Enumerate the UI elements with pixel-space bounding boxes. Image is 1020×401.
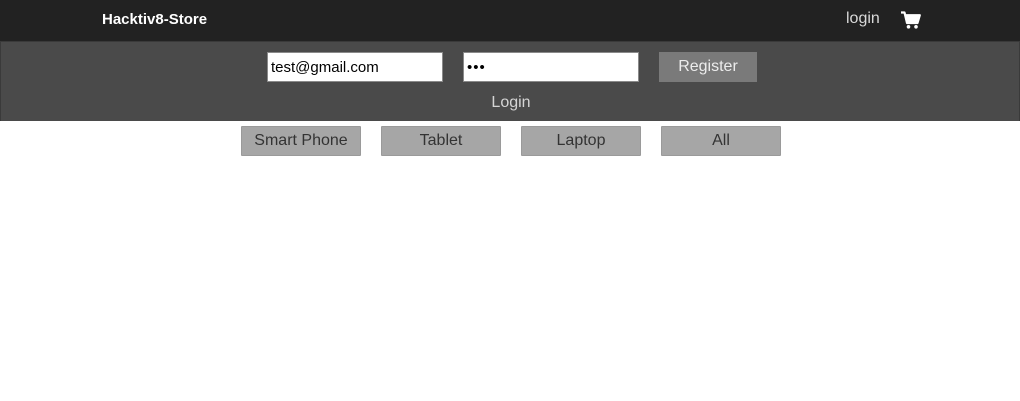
- category-all-button[interactable]: All: [661, 126, 781, 156]
- nav-login-link[interactable]: login: [846, 10, 880, 28]
- login-row: Login: [1, 94, 1020, 112]
- shopping-cart-icon[interactable]: [901, 11, 921, 29]
- register-button[interactable]: Register: [659, 52, 757, 82]
- top-navbar: Hacktiv8-Store login: [0, 0, 1020, 42]
- brand-logo-text[interactable]: Hacktiv8-Store: [102, 11, 207, 28]
- login-button[interactable]: Login: [491, 94, 530, 111]
- category-filter-bar: Smart Phone Tablet Laptop All: [0, 126, 1020, 156]
- category-smart-phone-button[interactable]: Smart Phone: [241, 126, 361, 156]
- category-tablet-button[interactable]: Tablet: [381, 126, 501, 156]
- password-field[interactable]: [463, 52, 639, 82]
- email-field[interactable]: [267, 52, 443, 82]
- login-panel: Register Login: [0, 42, 1020, 121]
- category-laptop-button[interactable]: Laptop: [521, 126, 641, 156]
